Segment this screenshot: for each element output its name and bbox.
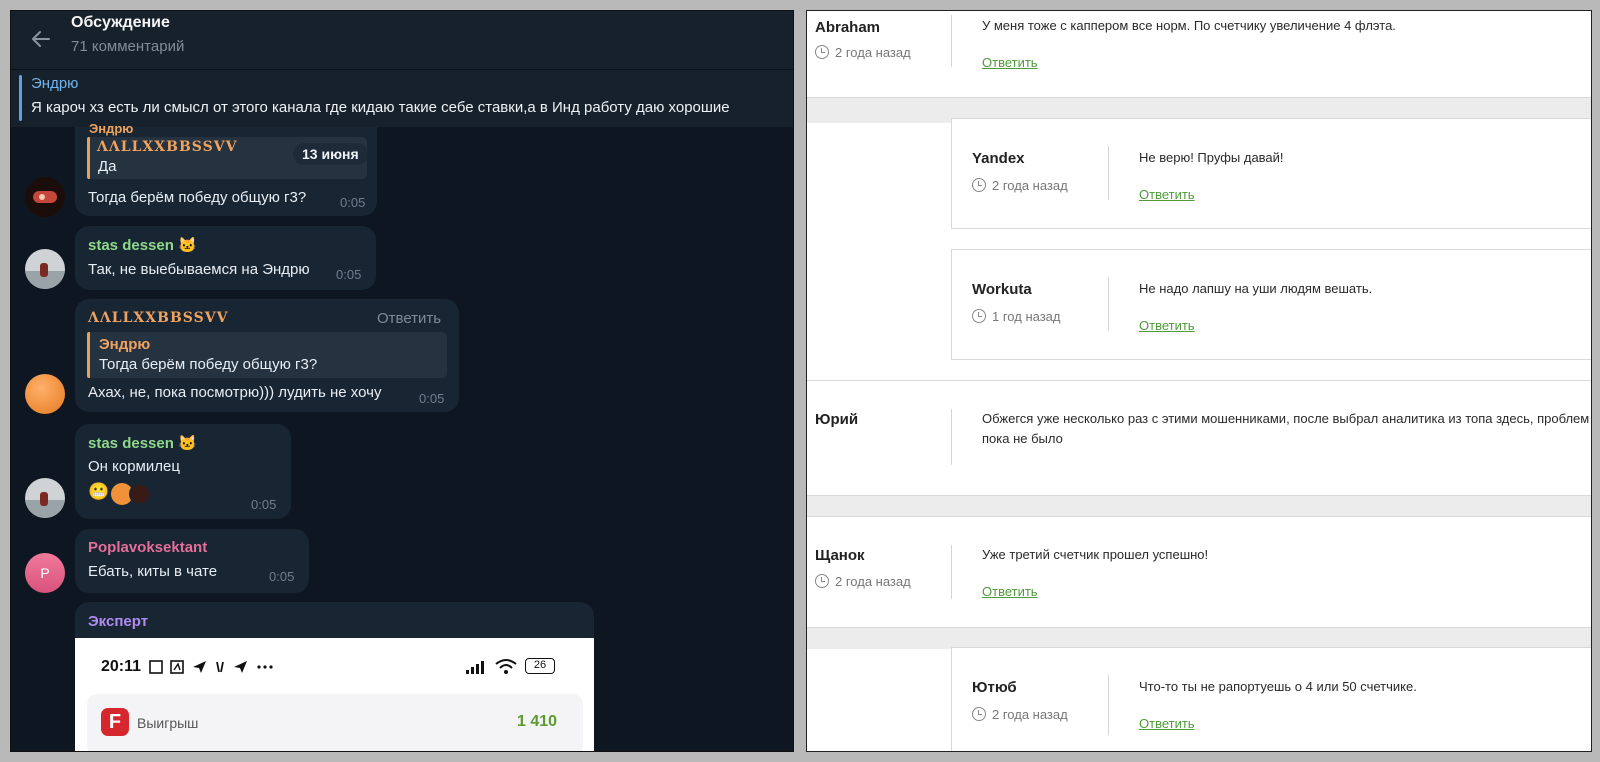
nested-reply: Yandex 2 года назад Не верю! Пруфы давай…: [951, 118, 1591, 229]
avatar-andrew[interactable]: [25, 177, 65, 217]
avatar-letter: P: [40, 565, 50, 581]
card-value: 1 410: [517, 713, 558, 730]
message-time: 0:05: [419, 391, 445, 406]
avatar-allxxbbssvv[interactable]: [25, 374, 65, 414]
pinned-post[interactable]: Эндрю Я кароч хз есть ли смысл от этого …: [11, 69, 793, 127]
comments-panel: Abraham 2 года назад У меня тоже с каппе…: [806, 10, 1592, 752]
message-text: Тогда берём победу общую г3?: [88, 189, 307, 206]
reply-button[interactable]: Ответить: [377, 310, 441, 327]
avatar-stas[interactable]: [25, 478, 65, 518]
attached-screenshot[interactable]: 20:11 26 F Выигрыш 1 410: [75, 638, 594, 751]
clock-icon: [972, 309, 986, 323]
comment-age: 2 года назад: [815, 574, 911, 589]
clock-icon: [815, 45, 829, 59]
message-bubble[interactable]: Эндрю ΛΛLLXXBBSSVV Да Тогда берём победу…: [75, 121, 377, 216]
reply-link[interactable]: Ответить: [1139, 318, 1195, 333]
comment-text: Не верю! Пруфы давай!: [1139, 150, 1284, 165]
chat-header: Обсуждение 71 комментарий: [11, 11, 793, 69]
reply-link[interactable]: Ответить: [982, 55, 1038, 70]
message-author: Эксперт: [88, 613, 149, 630]
quote-text: Тогда берём победу общую г3?: [99, 356, 318, 373]
date-badge: 13 июня: [293, 143, 368, 165]
message-text: Он кормилец: [88, 458, 180, 475]
comment-count: 71 комментарий: [71, 38, 185, 55]
message-author: stas dessen 🐱: [88, 237, 197, 254]
comment-author: Yandex: [972, 150, 1025, 167]
message-text: Так, не выебываемся на Эндрю: [88, 261, 310, 278]
comment-author: Ютюб: [972, 679, 1017, 696]
telegram-discussion-panel: Обсуждение 71 комментарий Эндрю Я кароч …: [10, 10, 794, 752]
message-bubble[interactable]: ΛΛLLXXBBSSVV Ответить Эндрю Тогда берём …: [75, 299, 459, 412]
message-time: 0:05: [340, 195, 366, 210]
message-bubble[interactable]: stas dessen 🐱 Он кормилец 😬 0:05: [75, 424, 291, 519]
reply-link[interactable]: Ответить: [1139, 716, 1195, 731]
pinned-text: Я кароч хз есть ли смысл от этого канала…: [31, 99, 730, 116]
reaction-avatar-icon: [129, 483, 151, 505]
clock-icon: [972, 707, 986, 721]
comment-text: Обжегся уже несколько раз с этими мошенн…: [982, 411, 1590, 446]
clock-icon: [815, 574, 829, 588]
phone-status-icons: [149, 660, 273, 674]
quote-text: Да: [98, 158, 117, 175]
comment-item: Юрий Обжегся уже несколько раз с этими м…: [807, 381, 1591, 495]
signal-icon: [466, 661, 484, 674]
comment-text: Что-то ты не рапортуешь о 4 или 50 счетч…: [1139, 679, 1417, 694]
message-text: Ахах, не, пока посмотрю))) лудить не хоч…: [88, 384, 382, 401]
comment-author: Юрий: [815, 411, 859, 428]
message-author: ΛΛLLXXBBSSVV: [88, 310, 229, 326]
comment-text: Уже третий счетчик прошел успешно!: [982, 547, 1209, 562]
divider: [807, 627, 1591, 649]
message-time: 0:05: [251, 497, 277, 512]
card-label: Выигрыш: [137, 715, 199, 731]
clock-icon: [972, 178, 986, 192]
fonbet-logo-icon: F: [101, 708, 129, 736]
message-author: Эндрю: [89, 121, 134, 136]
comment-item: Abraham 2 года назад У меня тоже с каппе…: [807, 11, 1591, 99]
battery-icon: 26: [525, 658, 555, 674]
pinned-accent-bar: [19, 75, 22, 121]
wifi-icon: [495, 659, 517, 674]
comment-age: 2 года назад: [972, 178, 1068, 193]
quote-author: Эндрю: [99, 336, 151, 353]
message-text: Ебать, киты в чате: [88, 563, 218, 580]
winnings-card: F Выигрыш 1 410: [87, 694, 583, 751]
comment-text: Не надо лапшу на уши людям вешать.: [1139, 281, 1373, 296]
nested-reply: Workuta 1 год назад Не надо лапшу на уши…: [951, 249, 1591, 360]
divider: [807, 495, 1591, 517]
message-bubble[interactable]: Poplavoksektant Ебать, киты в чате 0:05: [75, 529, 309, 593]
avatar-stas[interactable]: [25, 249, 65, 289]
message-bubble[interactable]: stas dessen 🐱 Так, не выебываемся на Энд…: [75, 226, 376, 290]
quote-author: ΛΛLLXXBBSSVV: [97, 139, 238, 155]
reply-quote[interactable]: Эндрю Тогда берём победу общую г3?: [87, 332, 447, 378]
avatar-poplavoksektant[interactable]: P: [25, 553, 65, 593]
phone-clock: 20:11: [101, 658, 142, 675]
comment-author: Щанок: [815, 547, 865, 564]
message-time: 0:05: [269, 569, 295, 584]
comment-age: 1 год назад: [972, 309, 1060, 324]
reply-link[interactable]: Ответить: [1139, 187, 1195, 202]
comment-author: Workuta: [972, 281, 1032, 298]
comment-age: 2 года назад: [815, 45, 911, 60]
reply-link[interactable]: Ответить: [982, 584, 1038, 599]
message-author: Poplavoksektant: [88, 539, 208, 556]
nested-reply: Ютюб 2 года назад Что-то ты не рапортуеш…: [951, 647, 1591, 751]
pinned-author: Эндрю: [31, 75, 79, 92]
comment-age: 2 года назад: [972, 707, 1068, 722]
battery-level: 26: [533, 659, 547, 671]
comment-item: Щанок 2 года назад Уже третий счетчик пр…: [807, 517, 1591, 627]
message-time: 0:05: [336, 267, 362, 282]
message-author: stas dessen 🐱: [88, 435, 197, 452]
comment-text: У меня тоже с каппером все норм. По счет…: [982, 18, 1396, 33]
chat-title: Обсуждение: [71, 14, 170, 31]
back-arrow-icon[interactable]: [29, 27, 53, 51]
comment-author: Abraham: [815, 19, 881, 36]
grimace-emoji-icon: 😬: [88, 482, 110, 502]
